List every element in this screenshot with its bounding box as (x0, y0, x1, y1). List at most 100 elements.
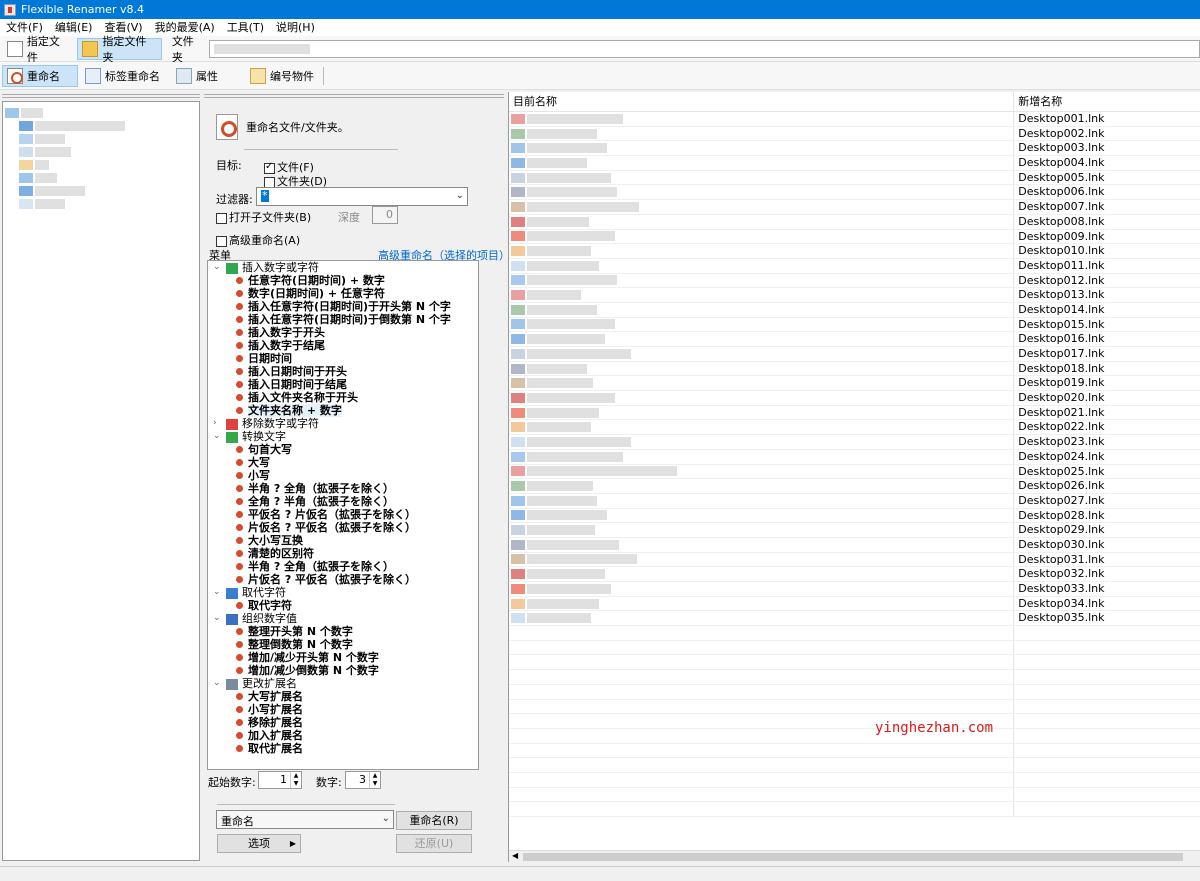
table-row[interactable]: Desktop033.lnk (509, 582, 1200, 597)
tree-item[interactable]: 大写扩展名 (208, 690, 478, 703)
tree-item[interactable]: 片仮名 ? 平仮名（拡張子を除く） (208, 573, 478, 586)
file-list[interactable]: 目前名称 新增名称 Desktop001.lnk Desktop002.lnk De… (508, 92, 1200, 862)
table-row[interactable] (509, 772, 1200, 788)
table-row[interactable]: Desktop019.lnk (509, 376, 1200, 392)
tree-item[interactable]: 增加/减少开头第 N 个数字 (208, 651, 478, 664)
table-row[interactable]: Desktop030.lnk (509, 537, 1200, 553)
table-row[interactable]: Desktop008.lnk (509, 214, 1200, 230)
menu-tools[interactable]: 工具(T) (221, 19, 270, 36)
tree-item[interactable]: 平仮名 ? 片仮名（拡張子を除く） (208, 508, 478, 521)
tree-item[interactable]: 插入日期时间于结尾 (208, 378, 478, 391)
chevron-down-icon[interactable]: ⌄ (213, 586, 221, 599)
table-row[interactable]: Desktop024.lnk (509, 449, 1200, 465)
tree-item[interactable]: 半角 ? 全角（拡張子を除く） (208, 560, 478, 573)
tree-item[interactable]: 文件夹名称 + 数字 (208, 404, 478, 417)
digits-input[interactable]: 3 ▲ ▼ (345, 771, 381, 789)
spinner-arrows-icon[interactable]: ▲ ▼ (369, 772, 380, 788)
rename-button[interactable]: 重命名(R) (396, 811, 472, 830)
advanced-checkbox-box[interactable] (216, 235, 227, 247)
table-row[interactable]: Desktop010.lnk (509, 244, 1200, 259)
tree-item[interactable]: 大写 (208, 456, 478, 469)
table-row[interactable] (509, 743, 1200, 759)
tree-item[interactable]: 插入文件夹名称于开头 (208, 391, 478, 404)
numbering-tab[interactable]: 编号物件 (245, 65, 319, 87)
spinner-arrows-icon[interactable]: ▲ ▼ (290, 772, 301, 788)
folder-path-input[interactable] (208, 39, 1200, 58)
table-row[interactable]: Desktop012.lnk (509, 273, 1200, 289)
table-row[interactable]: Desktop011.lnk (509, 258, 1200, 274)
tree-item[interactable]: 清楚的区别符 (208, 547, 478, 560)
table-row[interactable]: Desktop015.lnk (509, 317, 1200, 333)
tree-category[interactable]: ⌄ 取代字符 (208, 586, 478, 599)
table-row[interactable] (509, 802, 1200, 817)
start-number-input[interactable]: 1 ▲ ▼ (258, 771, 302, 789)
open-subfolders-checkbox[interactable]: 打开子文件夹(B) (216, 209, 311, 225)
tree-item[interactable]: 任意字符(日期时间) + 数字 (208, 274, 478, 287)
table-row[interactable]: Desktop003.lnk (509, 141, 1200, 157)
open-subfolders-box[interactable] (216, 212, 227, 224)
tree-item[interactable]: 移除扩展名 (208, 716, 478, 729)
tree-item[interactable]: 全角 ? 半角（拡張子を除く） (208, 495, 478, 508)
specify-file-button[interactable]: 指定文件 (2, 35, 75, 64)
specify-folder-button[interactable]: 指定文件夹 (77, 35, 162, 64)
tree-item[interactable]: 加入扩展名 (208, 729, 478, 742)
table-row[interactable] (509, 714, 1200, 729)
table-row[interactable]: Desktop028.lnk (509, 508, 1200, 524)
tree-item[interactable]: 插入日期时间于开头 (208, 365, 478, 378)
mode-combo[interactable]: 重命名 ⌄ (216, 810, 394, 829)
table-row[interactable]: Desktop018.lnk (509, 361, 1200, 377)
table-row[interactable]: Desktop026.lnk (509, 479, 1200, 494)
table-row[interactable]: Desktop001.lnk (509, 112, 1200, 127)
table-row[interactable] (509, 758, 1200, 773)
tree-item[interactable]: 插入任意字符(日期时间)于倒数第 N 个字 (208, 313, 478, 326)
left-pane-grip[interactable] (2, 94, 200, 98)
panel-grip[interactable] (204, 94, 504, 98)
table-row[interactable] (509, 699, 1200, 715)
scroll-left-icon[interactable]: ◀ (512, 851, 518, 860)
table-row[interactable]: Desktop032.lnk (509, 567, 1200, 582)
table-row[interactable]: Desktop014.lnk (509, 302, 1200, 318)
file-checkbox-box[interactable] (264, 161, 275, 174)
horizontal-scrollbar[interactable]: ◀ (509, 850, 1200, 862)
column-new-name[interactable]: 新增名称 (1014, 92, 1200, 111)
tree-item[interactable]: 整理倒数第 N 个数字 (208, 638, 478, 651)
tree-item[interactable]: 插入数字于结尾 (208, 339, 478, 352)
table-row[interactable]: Desktop013.lnk (509, 288, 1200, 303)
table-row[interactable] (509, 728, 1200, 744)
rename-menu-tree[interactable]: ⌄ 插入数字或字符 任意字符(日期时间) + 数字 数字(日期时间) + 任意字符 插入… (207, 260, 479, 770)
tree-item[interactable]: 取代扩展名 (208, 742, 478, 755)
table-row[interactable]: Desktop017.lnk (509, 347, 1200, 362)
table-row[interactable]: Desktop004.lnk (509, 156, 1200, 171)
tree-item[interactable]: 插入任意字符(日期时间)于开头第 N 个字 (208, 300, 478, 313)
table-row[interactable]: Desktop027.lnk (509, 493, 1200, 509)
table-row[interactable]: Desktop006.lnk (509, 185, 1200, 201)
table-row[interactable] (509, 670, 1200, 685)
column-current-name[interactable]: 目前名称 (509, 92, 1015, 111)
advanced-checkbox[interactable]: 高级重命名(A) (216, 232, 300, 248)
tree-item[interactable]: 大小写互换 (208, 534, 478, 547)
tag-rename-tab[interactable]: 标签重命名 (80, 65, 165, 87)
chevron-down-icon[interactable]: ⌄ (213, 677, 221, 690)
table-row[interactable]: Desktop002.lnk (509, 126, 1200, 142)
table-row[interactable]: Desktop035.lnk (509, 611, 1200, 627)
options-button[interactable]: 选项 ▶ (217, 834, 301, 853)
table-row[interactable] (509, 626, 1200, 641)
table-row[interactable]: Desktop021.lnk (509, 405, 1200, 421)
tree-item[interactable]: 数字(日期时间) + 任意字符 (208, 287, 478, 300)
tree-category[interactable]: ⌄ 组织数字值 (208, 612, 478, 625)
table-row[interactable]: Desktop023.lnk (509, 435, 1200, 450)
chevron-down-icon[interactable]: ⌄ (213, 261, 221, 274)
table-row[interactable]: Desktop031.lnk (509, 552, 1200, 568)
tree-category[interactable]: › 移除数字或字符 (208, 417, 478, 430)
folder-tree[interactable] (2, 101, 200, 861)
table-row[interactable] (509, 787, 1200, 803)
tree-item[interactable]: 小写扩展名 (208, 703, 478, 716)
table-row[interactable]: Desktop029.lnk (509, 523, 1200, 538)
properties-tab[interactable]: 属性 (171, 65, 243, 87)
menu-help[interactable]: 说明(H) (270, 19, 321, 36)
tree-item[interactable]: 半角 ? 全角（拡張子を除く） (208, 482, 478, 495)
chevron-down-icon[interactable]: ⌄ (213, 612, 221, 625)
tree-item[interactable]: 小写 (208, 469, 478, 482)
tree-item[interactable]: 增加/减少倒数第 N 个数字 (208, 664, 478, 677)
table-row[interactable]: Desktop007.lnk (509, 200, 1200, 215)
